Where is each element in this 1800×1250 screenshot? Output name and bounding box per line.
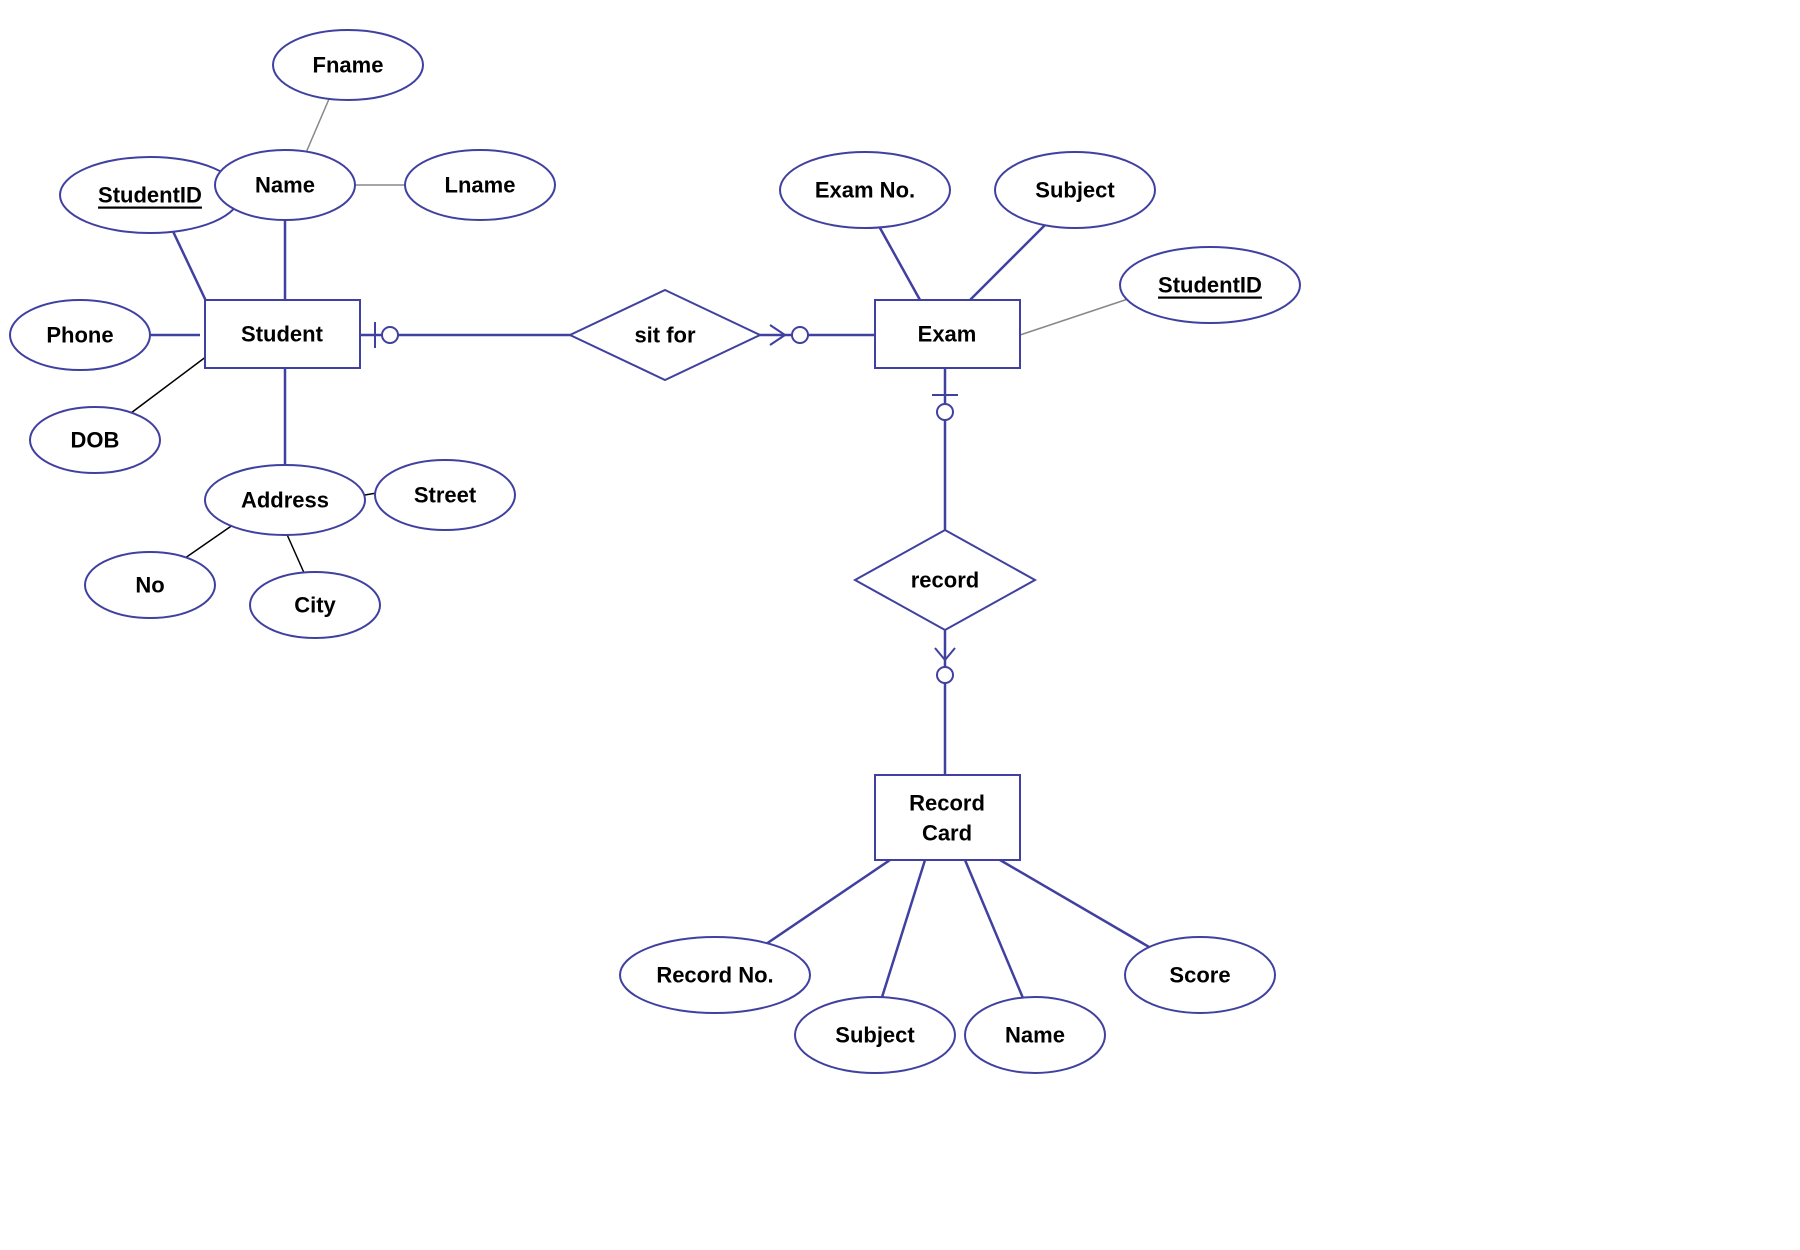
svg-text:Student: Student	[241, 322, 324, 347]
svg-text:Record: Record	[909, 791, 985, 816]
attr-student-address: Address	[205, 465, 365, 535]
conn-exam-studentid	[1020, 295, 1140, 335]
svg-text:Name: Name	[255, 173, 315, 198]
svg-text:sit for: sit for	[634, 323, 696, 348]
conn-rc-subject	[878, 860, 925, 1010]
svg-text:Score: Score	[1169, 963, 1230, 988]
attr-student-phone: Phone	[10, 300, 150, 370]
attr-student-lname: Lname	[405, 150, 555, 220]
attr-exam-studentid: StudentID	[1120, 247, 1300, 323]
svg-text:Subject: Subject	[1035, 178, 1115, 203]
svg-text:Lname: Lname	[445, 173, 516, 198]
attr-student-city: City	[250, 572, 380, 638]
svg-text:Subject: Subject	[835, 1023, 915, 1048]
conn-rc-name	[965, 860, 1028, 1010]
conn-address-city	[285, 530, 305, 575]
svg-text:Street: Street	[414, 483, 477, 508]
svg-text:Phone: Phone	[46, 323, 113, 348]
attr-student-fname: Fname	[273, 30, 423, 100]
svg-text:Exam No.: Exam No.	[815, 178, 915, 203]
svg-text:Record No.: Record No.	[656, 963, 773, 988]
attr-rc-recordno: Record No.	[620, 937, 810, 1013]
svg-text:No: No	[135, 573, 164, 598]
svg-text:DOB: DOB	[71, 428, 120, 453]
entity-record-card: Record Card	[875, 775, 1020, 860]
svg-text:Exam: Exam	[918, 322, 977, 347]
svg-text:record: record	[911, 568, 979, 593]
attr-rc-score: Score	[1125, 937, 1275, 1013]
attr-exam-examno: Exam No.	[780, 152, 950, 228]
attr-rc-subject: Subject	[795, 997, 955, 1073]
svg-text:Address: Address	[241, 488, 329, 513]
er-diagram: Student Exam Record Card sit for record …	[0, 0, 1800, 1250]
entity-exam: Exam	[875, 300, 1020, 368]
relationship-record: record	[855, 530, 1035, 630]
svg-text:Name: Name	[1005, 1023, 1065, 1048]
attr-exam-subject: Subject	[995, 152, 1155, 228]
svg-text:Card: Card	[922, 821, 972, 846]
attr-student-street: Street	[375, 460, 515, 530]
attr-student-name: Name	[215, 150, 355, 220]
attr-student-no: No	[85, 552, 215, 618]
attr-student-studentid: StudentID	[60, 157, 240, 233]
svg-text:StudentID: StudentID	[1158, 273, 1262, 298]
entity-student: Student	[205, 300, 360, 368]
relationship-sit-for: sit for	[570, 290, 760, 380]
svg-text:City: City	[294, 593, 336, 618]
svg-text:Fname: Fname	[313, 53, 384, 78]
svg-text:StudentID: StudentID	[98, 183, 202, 208]
attr-student-dob: DOB	[30, 407, 160, 473]
attr-rc-name: Name	[965, 997, 1105, 1073]
